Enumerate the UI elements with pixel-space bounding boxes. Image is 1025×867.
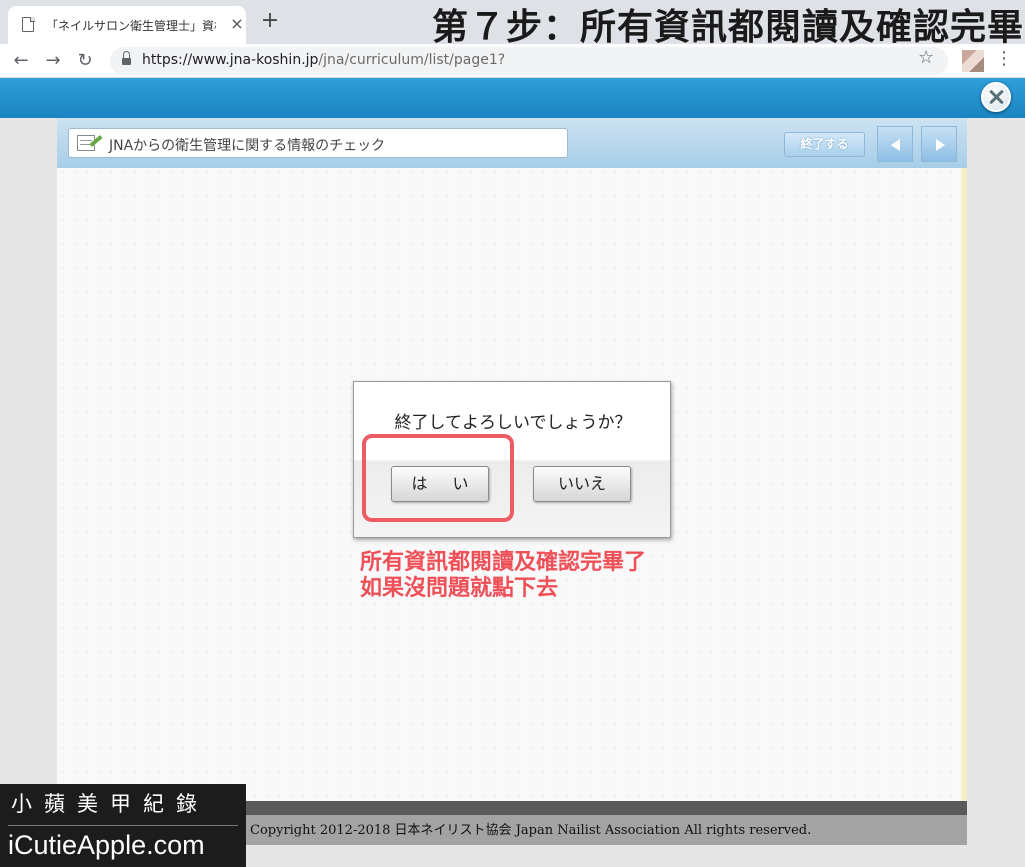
end-button[interactable]: 終了する	[784, 132, 865, 157]
close-tab-icon[interactable]: ×	[228, 14, 246, 33]
annotation-line-1: 所有資訊都閱讀及確認完畢了	[360, 550, 647, 575]
page-icon	[22, 16, 35, 32]
tab-title: 「ネイルサロン衛生管理士」資格	[46, 19, 216, 33]
star-icon[interactable]: ☆	[918, 47, 934, 68]
forward-arrow-icon[interactable]: →	[40, 48, 66, 74]
annotation-line-2: 如果沒問題就點下去	[360, 576, 559, 601]
browser-tab[interactable]: 「ネイルサロン衛生管理士」資格 ×	[8, 6, 246, 44]
browser-tab-strip: 「ネイルサロン衛生管理士」資格 × + 第７步：所有資訊都閱讀及確認完畢	[0, 0, 1025, 48]
memo-icon	[77, 133, 103, 153]
lock-icon[interactable]	[122, 51, 131, 66]
previous-page-button[interactable]	[877, 126, 913, 162]
step-title: 第７步：所有資訊都閱讀及確認完畢	[432, 7, 1025, 48]
no-button[interactable]: いいえ	[533, 466, 631, 502]
arrow-left-icon	[891, 139, 900, 151]
close-icon[interactable]	[981, 82, 1011, 112]
url-text[interactable]: https://www.jna-koshin.jp/jna/curriculum…	[142, 52, 505, 68]
reload-icon[interactable]: ↻	[72, 48, 98, 74]
kebab-menu-icon[interactable]: ⋮	[995, 48, 1013, 69]
content-title: JNAからの衛生管理に関する情報のチェック	[109, 138, 386, 154]
dialog-question: 終了してよろしいでしょうか？	[394, 413, 632, 433]
watermark-divider	[8, 825, 238, 826]
watermark-chinese: 小蘋美甲紀錄	[11, 792, 209, 816]
new-tab-button[interactable]: +	[258, 8, 282, 33]
frame-edge	[961, 168, 967, 801]
avatar[interactable]	[962, 50, 984, 72]
annotation-text: 所有資訊都閱讀及確認完畢了 如果沒問題就點下去	[360, 550, 646, 602]
highlight-box	[362, 434, 514, 522]
watermark-english: iCutieApple.com	[8, 830, 205, 860]
next-page-button[interactable]	[921, 126, 957, 162]
copyright-text: Copyright 2012-2018 日本ネイリスト協会 Japan Nail…	[250, 823, 812, 838]
address-bar[interactable]: https://www.jna-koshin.jp/jna/curriculum…	[110, 47, 948, 75]
browser-toolbar: ← → ↻ https://www.jna-koshin.jp/jna/curr…	[0, 44, 1025, 78]
arrow-right-icon	[936, 139, 945, 151]
watermark: 小蘋美甲紀錄 iCutieApple.com	[0, 784, 246, 867]
site-header-bar	[0, 78, 1025, 118]
content-title-box: JNAからの衛生管理に関する情報のチェック	[68, 128, 568, 158]
back-arrow-icon[interactable]: ←	[8, 48, 34, 74]
